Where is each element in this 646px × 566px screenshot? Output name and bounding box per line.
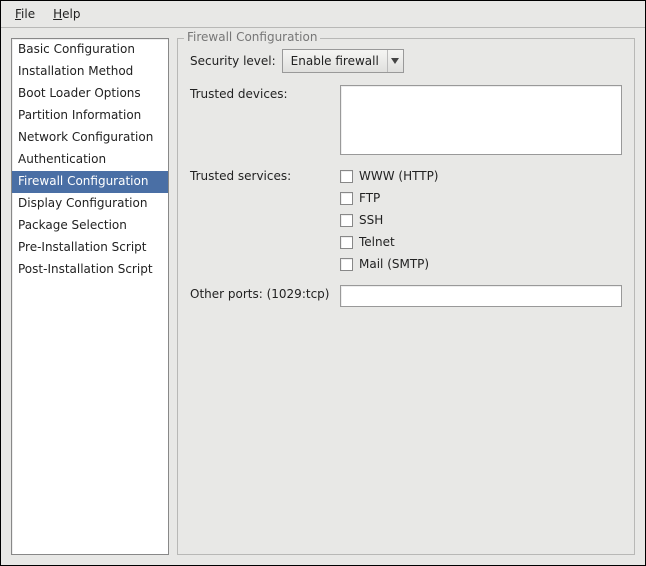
other-ports-label: Other ports: (1029:tcp) — [190, 285, 340, 301]
trusted-services-list: WWW (HTTP) FTP SSH — [340, 167, 622, 273]
checkbox-icon[interactable] — [340, 214, 353, 227]
trusted-devices-list[interactable] — [340, 85, 622, 155]
firewall-groupbox: Firewall Configuration Security level: E… — [177, 38, 635, 555]
sidebar-item-package-selection[interactable]: Package Selection — [12, 215, 168, 237]
checkbox-icon[interactable] — [340, 258, 353, 271]
content-area: Basic Configuration Installation Method … — [1, 28, 645, 565]
checkbox-icon[interactable] — [340, 170, 353, 183]
menu-file[interactable]: File — [7, 4, 43, 24]
checkbox-icon[interactable] — [340, 192, 353, 205]
service-ssh[interactable]: SSH — [340, 211, 622, 229]
chevron-down-icon — [387, 50, 403, 72]
other-ports-input[interactable] — [340, 285, 622, 307]
groupbox-title: Firewall Configuration — [184, 30, 320, 44]
sidebar-item-pre-installation-script[interactable]: Pre-Installation Script — [12, 237, 168, 259]
service-ftp[interactable]: FTP — [340, 189, 622, 207]
sidebar-item-network-configuration[interactable]: Network Configuration — [12, 127, 168, 149]
sidebar-item-display-configuration[interactable]: Display Configuration — [12, 193, 168, 215]
form-area: Trusted devices: Trusted services: WWW (… — [190, 85, 622, 319]
menubar: File Help — [1, 1, 645, 28]
checkbox-icon[interactable] — [340, 236, 353, 249]
service-www[interactable]: WWW (HTTP) — [340, 167, 622, 185]
security-level-label: Security level: — [190, 49, 276, 68]
security-level-row: Security level: Enable firewall — [190, 49, 622, 73]
sidebar-item-partition-information[interactable]: Partition Information — [12, 105, 168, 127]
service-label: WWW (HTTP) — [359, 167, 438, 185]
sidebar[interactable]: Basic Configuration Installation Method … — [11, 38, 169, 555]
trusted-services-row: Trusted services: WWW (HTTP) FTP — [190, 167, 622, 273]
trusted-devices-label: Trusted devices: — [190, 85, 340, 101]
sidebar-item-firewall-configuration[interactable]: Firewall Configuration — [12, 171, 168, 193]
main-panel: Firewall Configuration Security level: E… — [177, 38, 635, 555]
sidebar-item-authentication[interactable]: Authentication — [12, 149, 168, 171]
trusted-devices-row: Trusted devices: — [190, 85, 622, 155]
other-ports-row: Other ports: (1029:tcp) — [190, 285, 622, 307]
app-window: File Help Basic Configuration Installati… — [0, 0, 646, 566]
security-level-dropdown[interactable]: Enable firewall — [282, 49, 404, 73]
sidebar-item-post-installation-script[interactable]: Post-Installation Script — [12, 259, 168, 281]
sidebar-item-boot-loader-options[interactable]: Boot Loader Options — [12, 83, 168, 105]
service-telnet[interactable]: Telnet — [340, 233, 622, 251]
service-label: Telnet — [359, 233, 395, 251]
security-level-value: Enable firewall — [283, 54, 387, 68]
service-label: Mail (SMTP) — [359, 255, 429, 273]
service-mail[interactable]: Mail (SMTP) — [340, 255, 622, 273]
service-label: SSH — [359, 211, 383, 229]
menu-help[interactable]: Help — [45, 4, 88, 24]
sidebar-item-basic-configuration[interactable]: Basic Configuration — [12, 39, 168, 61]
trusted-services-label: Trusted services: — [190, 167, 340, 183]
sidebar-item-installation-method[interactable]: Installation Method — [12, 61, 168, 83]
service-label: FTP — [359, 189, 380, 207]
